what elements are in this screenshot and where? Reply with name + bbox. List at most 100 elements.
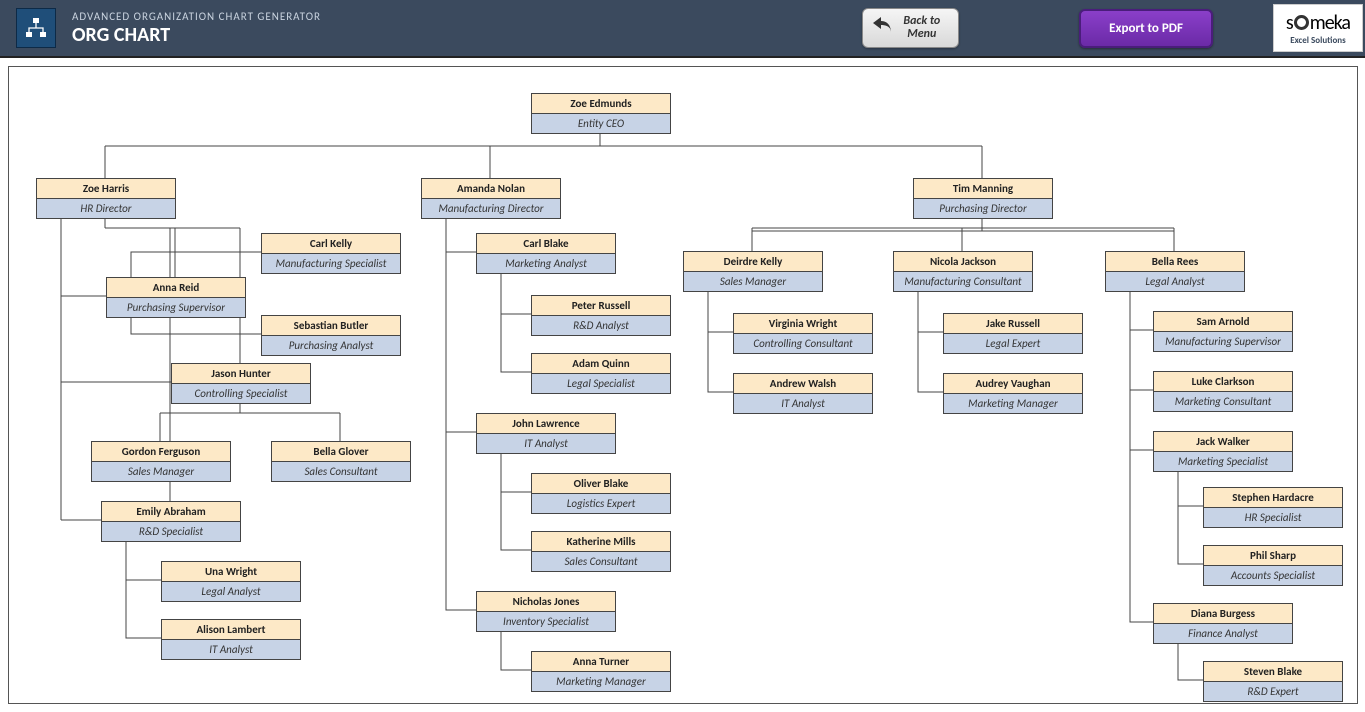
- node-role: Logistics Expert: [532, 494, 670, 513]
- node-name: Virginia Wright: [734, 314, 872, 334]
- node-role: Inventory Specialist: [477, 612, 615, 631]
- org-node[interactable]: Virginia WrightControlling Consultant: [733, 313, 873, 354]
- org-node[interactable]: Sam ArnoldManufacturing Supervisor: [1153, 311, 1293, 352]
- node-role: Marketing Manager: [944, 394, 1082, 413]
- node-name: Bella Glover: [272, 442, 410, 462]
- node-role: Legal Specialist: [532, 374, 670, 393]
- node-role: Legal Analyst: [162, 582, 300, 601]
- node-name: Andrew Walsh: [734, 374, 872, 394]
- node-role: Marketing Consultant: [1154, 392, 1292, 411]
- node-role: Manufacturing Specialist: [262, 254, 400, 273]
- org-node[interactable]: Nicholas JonesInventory Specialist: [476, 591, 616, 632]
- node-role: IT Analyst: [162, 640, 300, 659]
- org-node[interactable]: Katherine MillsSales Consultant: [531, 531, 671, 572]
- org-node[interactable]: Anna TurnerMarketing Manager: [531, 651, 671, 692]
- node-name: Diana Burgess: [1154, 604, 1292, 624]
- node-role: Controlling Consultant: [734, 334, 872, 353]
- back-arrow-icon: [871, 15, 895, 35]
- node-role: IT Analyst: [477, 434, 615, 453]
- node-name: Zoe Edmunds: [532, 94, 670, 114]
- org-node[interactable]: Diana BurgessFinance Analyst: [1153, 603, 1293, 644]
- org-node[interactable]: Nicola JacksonManufacturing Consultant: [893, 251, 1033, 292]
- back-label-2: Menu: [907, 27, 936, 41]
- node-name: Amanda Nolan: [422, 179, 560, 199]
- org-node[interactable]: Zoe EdmundsEntity CEO: [531, 93, 671, 134]
- node-name: Stephen Hardacre: [1204, 488, 1342, 508]
- node-name: Zoe Harris: [37, 179, 175, 199]
- node-name: Carl Kelly: [262, 234, 400, 254]
- header-title: ORG CHART: [72, 23, 321, 47]
- header-titles: ADVANCED ORGANIZATION CHART GENERATOR OR…: [72, 10, 321, 47]
- org-node[interactable]: Carl KellyManufacturing Specialist: [261, 233, 401, 274]
- brand-name: smeka: [1286, 11, 1350, 35]
- org-node[interactable]: Oliver BlakeLogistics Expert: [531, 473, 671, 514]
- node-role: HR Specialist: [1204, 508, 1342, 527]
- org-chart: Zoe EdmundsEntity CEO Zoe HarrisHR Direct…: [11, 73, 1347, 685]
- node-role: Sales Manager: [92, 462, 230, 481]
- org-node[interactable]: Amanda NolanManufacturing Director: [421, 178, 561, 219]
- org-node[interactable]: Peter RussellR&D Analyst: [531, 295, 671, 336]
- node-name: Bella Rees: [1106, 252, 1244, 272]
- node-name: Nicholas Jones: [477, 592, 615, 612]
- node-name: Oliver Blake: [532, 474, 670, 494]
- node-name: Deirdre Kelly: [684, 252, 822, 272]
- node-role: Sales Consultant: [532, 552, 670, 571]
- node-name: Anna Reid: [107, 278, 245, 298]
- org-node[interactable]: Una WrightLegal Analyst: [161, 561, 301, 602]
- brand-badge: smeka Excel Solutions: [1273, 4, 1363, 52]
- org-node[interactable]: John LawrenceIT Analyst: [476, 413, 616, 454]
- node-role: Marketing Analyst: [477, 254, 615, 273]
- org-node[interactable]: Anna ReidPurchasing Supervisor: [106, 277, 246, 318]
- node-name: Steven Blake: [1204, 662, 1342, 682]
- org-node[interactable]: Luke ClarksonMarketing Consultant: [1153, 371, 1293, 412]
- org-node[interactable]: Andrew WalshIT Analyst: [733, 373, 873, 414]
- org-node[interactable]: Steven BlakeR&D Expert: [1203, 661, 1343, 702]
- org-node[interactable]: Jake RussellLegal Expert: [943, 313, 1083, 354]
- export-pdf-button[interactable]: Export to PDF: [1079, 9, 1213, 48]
- org-node[interactable]: Carl BlakeMarketing Analyst: [476, 233, 616, 274]
- org-node[interactable]: Adam QuinnLegal Specialist: [531, 353, 671, 394]
- node-role: HR Director: [37, 199, 175, 218]
- export-label: Export to PDF: [1109, 21, 1183, 36]
- org-node[interactable]: Bella ReesLegal Analyst: [1105, 251, 1245, 292]
- org-node[interactable]: Tim ManningPurchasing Director: [913, 178, 1053, 219]
- node-name: Peter Russell: [532, 296, 670, 316]
- node-name: Anna Turner: [532, 652, 670, 672]
- org-node[interactable]: Jack WalkerMarketing Specialist: [1153, 431, 1293, 472]
- node-role: Purchasing Supervisor: [107, 298, 245, 317]
- node-name: Carl Blake: [477, 234, 615, 254]
- node-role: Finance Analyst: [1154, 624, 1292, 643]
- org-node[interactable]: Alison LambertIT Analyst: [161, 619, 301, 660]
- org-node[interactable]: Audrey VaughanMarketing Manager: [943, 373, 1083, 414]
- org-node[interactable]: Phil SharpAccounts Specialist: [1203, 545, 1343, 586]
- org-node[interactable]: Emily AbrahamR&D Specialist: [101, 501, 241, 542]
- app-logo-icon: [16, 8, 56, 48]
- org-node[interactable]: Gordon FergusonSales Manager: [91, 441, 231, 482]
- node-name: Jack Walker: [1154, 432, 1292, 452]
- node-role: Manufacturing Director: [422, 199, 560, 218]
- node-role: Marketing Manager: [532, 672, 670, 691]
- node-name: Alison Lambert: [162, 620, 300, 640]
- chart-container: Zoe EdmundsEntity CEO Zoe HarrisHR Direct…: [8, 66, 1358, 704]
- node-role: IT Analyst: [734, 394, 872, 413]
- org-node[interactable]: Stephen HardacreHR Specialist: [1203, 487, 1343, 528]
- node-name: Sam Arnold: [1154, 312, 1292, 332]
- node-role: Marketing Specialist: [1154, 452, 1292, 471]
- node-role: Accounts Specialist: [1204, 566, 1342, 585]
- node-role: Purchasing Analyst: [262, 336, 400, 355]
- node-role: R&D Specialist: [102, 522, 240, 541]
- back-label-1: Back to: [903, 14, 940, 28]
- node-role: Legal Analyst: [1106, 272, 1244, 291]
- org-node[interactable]: Sebastian ButlerPurchasing Analyst: [261, 315, 401, 356]
- node-name: Una Wright: [162, 562, 300, 582]
- org-node[interactable]: Deirdre KellySales Manager: [683, 251, 823, 292]
- header-subtitle: ADVANCED ORGANIZATION CHART GENERATOR: [72, 10, 321, 23]
- brand-tagline: Excel Solutions: [1290, 35, 1346, 46]
- org-node[interactable]: Zoe HarrisHR Director: [36, 178, 176, 219]
- org-node[interactable]: Bella GloverSales Consultant: [271, 441, 411, 482]
- node-role: R&D Expert: [1204, 682, 1342, 701]
- org-node[interactable]: Jason HunterControlling Specialist: [171, 363, 311, 404]
- node-name: Nicola Jackson: [894, 252, 1032, 272]
- back-to-menu-button[interactable]: Back to Menu: [862, 8, 959, 48]
- node-role: Sales Consultant: [272, 462, 410, 481]
